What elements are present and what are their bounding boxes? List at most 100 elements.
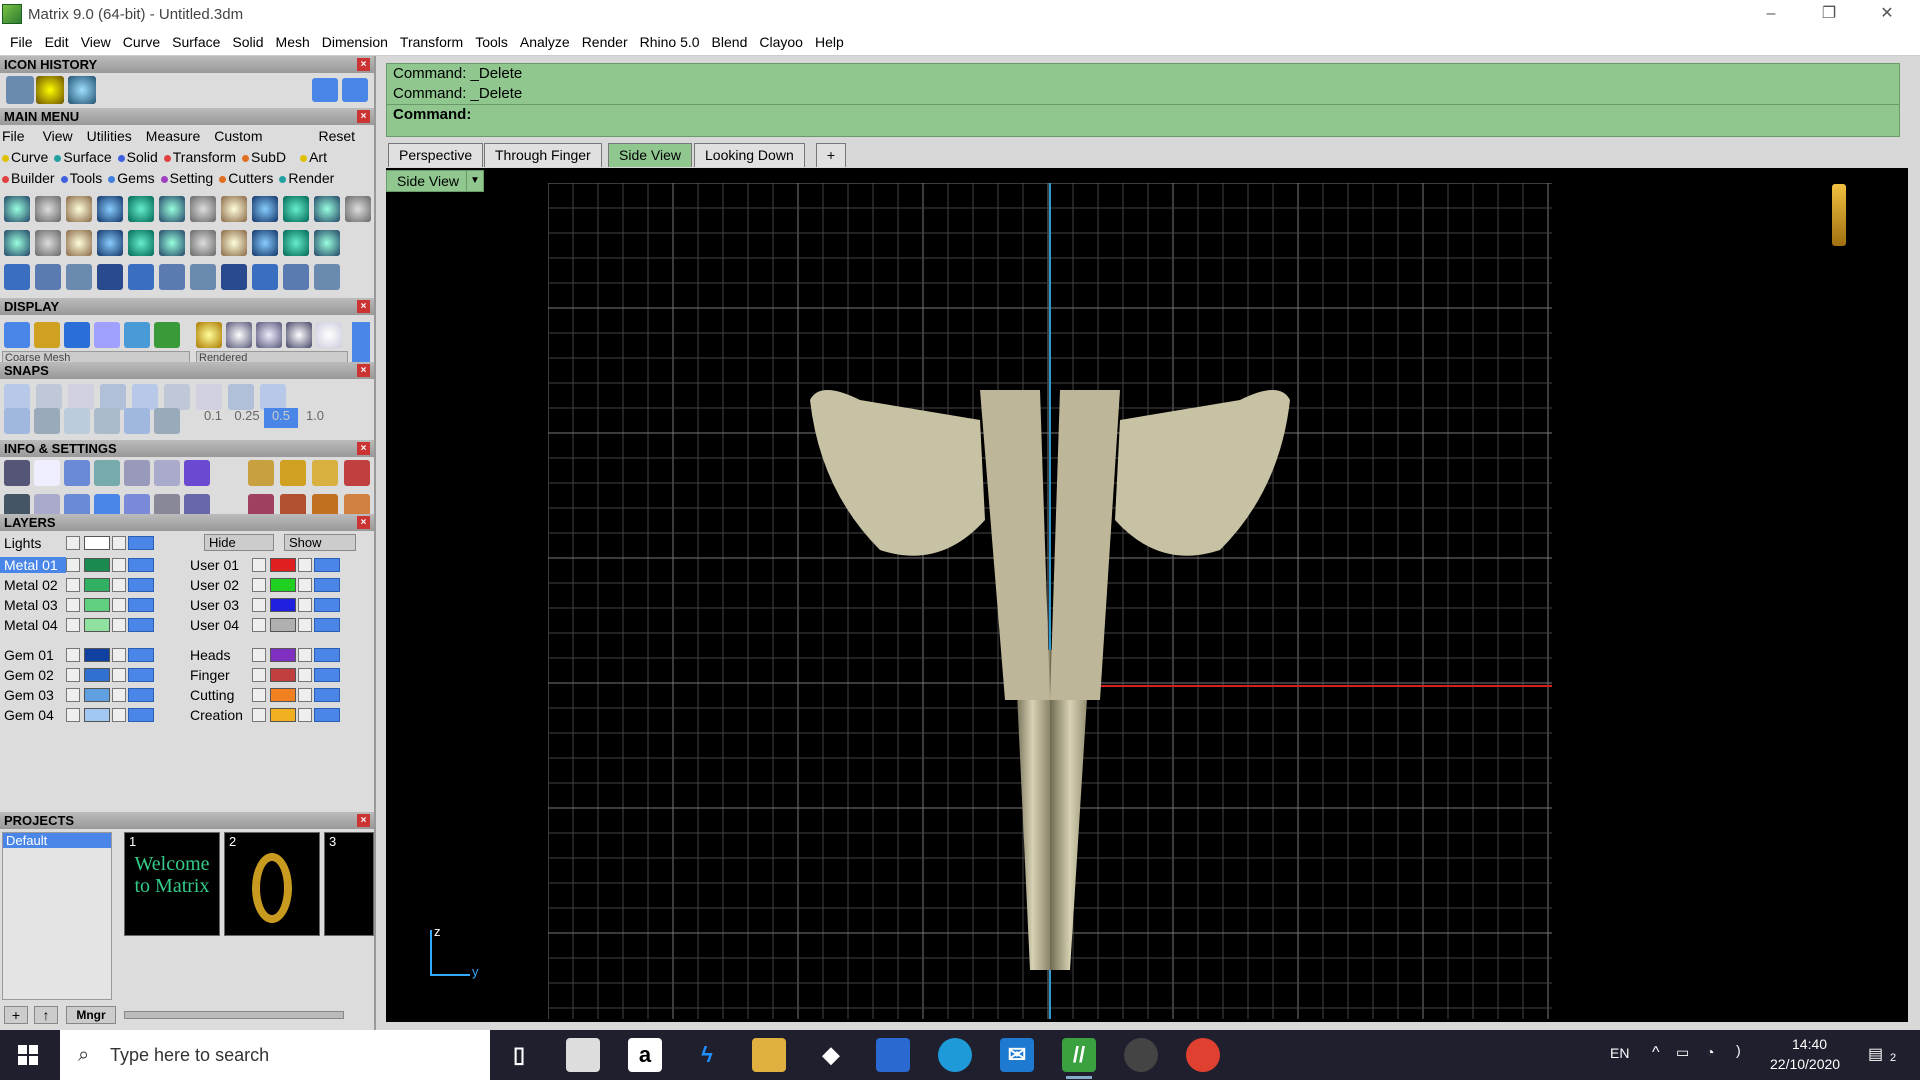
lock-icon[interactable] [112,708,126,722]
layer-row[interactable]: Metal 02 [0,576,154,594]
layer-color[interactable] [270,618,296,632]
tool-icon[interactable] [190,230,216,256]
lock-icon[interactable] [112,598,126,612]
history-icon-2[interactable] [36,76,64,104]
lock-icon[interactable] [298,708,312,722]
matrix-app-icon[interactable]: // [1062,1038,1096,1072]
tool-icon[interactable] [124,408,150,434]
tool-icon[interactable] [283,264,309,290]
add-project-button[interactable]: + [4,1006,28,1024]
visibility-toggle[interactable] [314,688,340,702]
layer-color[interactable] [84,708,110,722]
layer-color[interactable] [84,598,110,612]
tool-icon[interactable] [4,384,30,410]
menu-tools[interactable]: Tools [469,34,514,50]
layer-color[interactable] [84,618,110,632]
tool-icon[interactable] [66,196,92,222]
snap-value[interactable]: 0.5 [264,408,298,428]
menu-render[interactable]: Render [576,34,634,50]
tool-icon[interactable] [256,322,282,348]
expand-icon[interactable] [252,708,266,722]
tool-icon[interactable] [64,322,90,348]
layer-row[interactable]: Gem 01 [0,646,154,664]
layer-row[interactable]: Gem 02 [0,666,154,684]
layer-name[interactable]: Gem 04 [0,707,66,723]
layer-color[interactable] [270,578,296,592]
mm-measure[interactable]: Measure [146,128,200,144]
menu-clayoo[interactable]: Clayoo [753,34,809,50]
tool-icon[interactable] [280,460,306,486]
lock-icon[interactable] [298,688,312,702]
layer-name[interactable]: Creation [186,707,252,723]
menu-edit[interactable]: Edit [39,34,75,50]
expand-icon[interactable] [252,558,266,572]
expand-icon[interactable] [66,558,80,572]
tool-icon[interactable] [124,322,150,348]
lock-icon[interactable] [112,578,126,592]
clock-time[interactable]: 14:40 [1792,1036,1827,1052]
visibility-toggle[interactable] [128,618,154,632]
calculator-icon[interactable] [876,1038,910,1072]
mail-icon[interactable]: ✉ [1000,1038,1034,1072]
lock-icon[interactable] [298,578,312,592]
up-arrow-icon[interactable]: ↑ [34,1006,58,1024]
layer-row[interactable]: Gem 04 [0,706,154,724]
layer-row[interactable]: Metal 04 [0,616,154,634]
layer-name[interactable]: Metal 03 [0,597,66,613]
project-scrollbar[interactable] [124,1011,344,1019]
close-icon[interactable]: × [357,110,370,123]
layer-color[interactable] [84,688,110,702]
layer-name[interactable]: User 04 [186,617,252,633]
layer-color[interactable] [270,598,296,612]
layer-color[interactable] [84,668,110,682]
clock-date[interactable]: 22/10/2020 [1770,1056,1840,1072]
visibility-toggle[interactable] [314,578,340,592]
layer-name[interactable]: Gem 01 [0,647,66,663]
mm-file[interactable]: File [2,128,25,144]
menu-dimension[interactable]: Dimension [316,34,394,50]
chrome-icon[interactable] [1186,1038,1220,1072]
tool-icon[interactable] [221,264,247,290]
windows-start-icon[interactable] [18,1045,38,1065]
layer-row[interactable]: Creation [186,706,340,724]
visibility-toggle[interactable] [128,558,154,572]
lock-icon[interactable] [112,668,126,682]
expand-icon[interactable] [252,648,266,662]
expand-icon[interactable] [252,578,266,592]
layer-color[interactable] [270,708,296,722]
app-eye-icon[interactable] [1124,1038,1158,1072]
tool-icon[interactable] [128,230,154,256]
cat-surface[interactable]: Surface [54,149,112,165]
layer-row[interactable]: User 02 [186,576,340,594]
cat-solid[interactable]: Solid [117,149,158,165]
layer-row[interactable]: User 04 [186,616,340,634]
expand-icon[interactable] [252,688,266,702]
expand-icon[interactable] [66,688,80,702]
tool-icon[interactable] [94,460,120,486]
visibility-toggle[interactable] [128,598,154,612]
layer-color[interactable] [270,648,296,662]
tab-looking-down[interactable]: Looking Down [694,143,805,167]
language-indicator[interactable]: EN [1610,1045,1629,1061]
tool-icon[interactable] [316,322,342,348]
lock-icon[interactable] [112,536,126,550]
store-icon[interactable] [566,1038,600,1072]
menu-file[interactable]: File [4,34,39,50]
wifi-icon[interactable]: ) [1736,1042,1741,1058]
lock-icon[interactable] [298,558,312,572]
close-icon[interactable]: × [357,58,370,71]
layer-name[interactable]: Metal 04 [0,617,66,633]
task-view-icon[interactable]: ▯ [502,1038,536,1072]
cat-transform[interactable]: Transform [163,149,236,165]
layer-name[interactable]: Gem 02 [0,667,66,683]
lock-icon[interactable] [112,648,126,662]
tray-chevron-up-icon[interactable]: ^ [1652,1044,1660,1062]
menu-solid[interactable]: Solid [226,34,269,50]
tool-icon[interactable] [154,408,180,434]
tab-through-finger[interactable]: Through Finger [484,143,602,167]
history-back-icon[interactable] [312,78,338,102]
visibility-toggle[interactable] [314,668,340,682]
tool-icon[interactable] [345,196,371,222]
tool-icon[interactable] [283,196,309,222]
visibility-toggle[interactable] [128,668,154,682]
